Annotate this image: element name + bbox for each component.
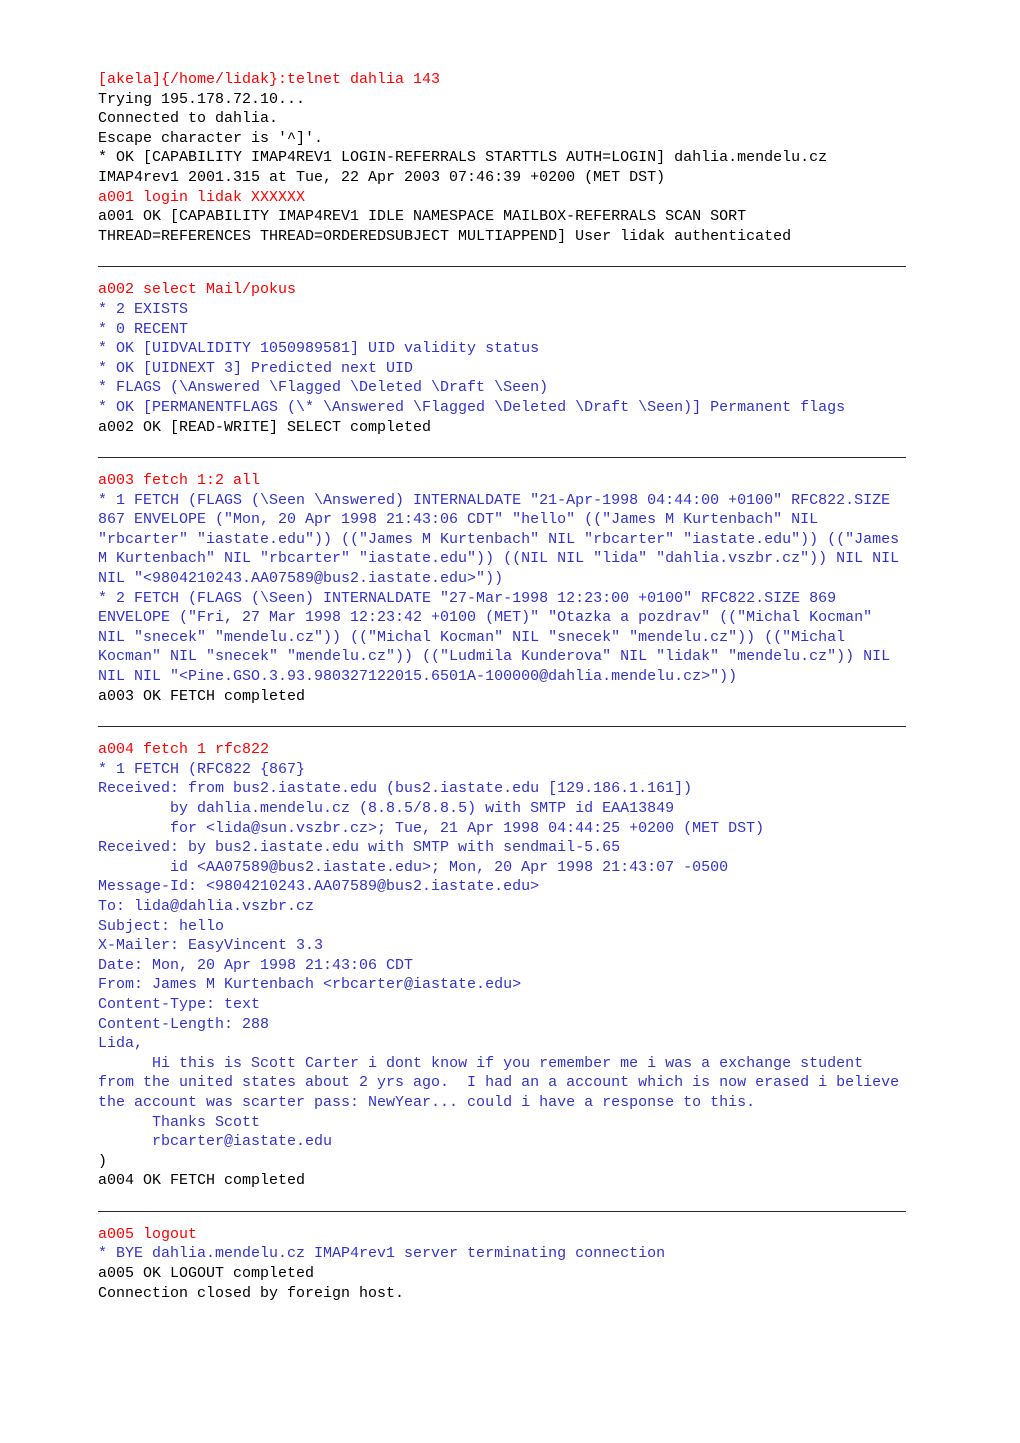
section-divider bbox=[98, 1210, 906, 1212]
transcript-block-fetch-message-source: a004 fetch 1 rfc822 * 1 FETCH (RFC822 {86… bbox=[98, 740, 906, 1191]
transcript-line-command: a003 fetch 1:2 all bbox=[98, 472, 261, 490]
transcript-line-server: * 1 FETCH (FLAGS (\Seen \Answered) INTER… bbox=[98, 491, 909, 588]
transcript-line-server: * 2 FETCH (FLAGS (\Seen) INTERNALDATE "2… bbox=[98, 589, 900, 686]
transcript-line-server: * OK [PERMANENTFLAGS (\* \Answered \Flag… bbox=[98, 398, 846, 416]
transcript-line-local: * OK [CAPABILITY IMAP4REV1 LOGIN-REFERRA… bbox=[98, 149, 837, 186]
transcript-line-server: * FLAGS (\Answered \Flagged \Deleted \Dr… bbox=[98, 379, 549, 397]
transcript-line-server: Received: from bus2.iastate.edu (bus2.ia… bbox=[98, 780, 693, 798]
transcript-line-server: From: James M Kurtenbach <rbcarter@iasta… bbox=[98, 976, 522, 994]
transcript-line-command: a005 logout bbox=[98, 1225, 198, 1243]
transcript-line-server: id <AA07589@bus2.iastate.edu>; Mon, 20 A… bbox=[98, 858, 729, 876]
terminal-transcript: [akela]{/home/lidak}:telnet dahlia 143 Tr… bbox=[98, 70, 906, 1303]
transcript-line-server: Lida, bbox=[98, 1035, 144, 1053]
transcript-line-local: a003 OK FETCH completed bbox=[98, 687, 306, 705]
transcript-line-server: * BYE dahlia.mendelu.cz IMAP4rev1 server… bbox=[98, 1245, 666, 1263]
transcript-line-server: * 0 RECENT bbox=[98, 320, 189, 338]
transcript-line-server: Date: Mon, 20 Apr 1998 21:43:06 CDT bbox=[98, 956, 414, 974]
transcript-line-server: * OK [UIDNEXT 3] Predicted next UID bbox=[98, 359, 414, 377]
transcript-line-server: for <lida@sun.vszbr.cz>; Tue, 21 Apr 199… bbox=[98, 819, 765, 837]
transcript-line-server: rbcarter@iastate.edu bbox=[98, 1133, 333, 1151]
transcript-line-local: a001 OK [CAPABILITY IMAP4REV1 IDLE NAMES… bbox=[98, 208, 792, 245]
transcript-line-server: * 2 EXISTS bbox=[98, 300, 189, 318]
transcript-line-local: Escape character is '^]'. bbox=[98, 129, 324, 147]
transcript-line-local: ) bbox=[98, 1152, 108, 1170]
transcript-line-server: Message-Id: <9804210243.AA07589@bus2.ias… bbox=[98, 878, 540, 896]
page-root: [akela]{/home/lidak}:telnet dahlia 143 Tr… bbox=[0, 0, 1020, 1443]
transcript-line-server: * OK [UIDVALIDITY 1050989581] UID validi… bbox=[98, 340, 540, 358]
transcript-line-server: by dahlia.mendelu.cz (8.8.5/8.8.5) with … bbox=[98, 800, 675, 817]
transcript-line-server: X-Mailer: EasyVincent 3.3 bbox=[98, 937, 324, 955]
transcript-block-connect-and-login: [akela]{/home/lidak}:telnet dahlia 143 Tr… bbox=[98, 70, 906, 246]
transcript-line-local: a004 OK FETCH completed bbox=[98, 1172, 306, 1190]
transcript-line-local: Trying 195.178.72.10... bbox=[98, 90, 306, 108]
section-divider bbox=[98, 457, 906, 459]
transcript-line-server: * 1 FETCH (RFC822 {867} bbox=[98, 760, 306, 778]
transcript-line-server: Content-Length: 288 bbox=[98, 1015, 270, 1033]
transcript-line-server: Subject: hello bbox=[98, 917, 225, 935]
transcript-line-command: a001 login lidak XXXXXX bbox=[98, 188, 306, 206]
transcript-line-local: Connected to dahlia. bbox=[98, 110, 279, 128]
transcript-line-server: Thanks Scott bbox=[98, 1113, 261, 1131]
transcript-line-command: a002 select Mail/pokus bbox=[98, 281, 297, 299]
transcript-line-server: To: lida@dahlia.vszbr.cz bbox=[98, 897, 315, 915]
transcript-line-command: [akela]{/home/lidak}:telnet dahlia 143 bbox=[98, 71, 441, 88]
transcript-line-server: Hi this is Scott Carter i dont know if y… bbox=[98, 1054, 909, 1111]
transcript-line-server: Content-Type: text bbox=[98, 995, 261, 1013]
transcript-line-server: Received: by bus2.iastate.edu with SMTP … bbox=[98, 839, 621, 857]
section-divider bbox=[98, 266, 906, 268]
transcript-line-command: a004 fetch 1 rfc822 bbox=[98, 741, 270, 759]
transcript-line-local: Connection closed by foreign host. bbox=[98, 1284, 405, 1302]
transcript-block-select-mailbox: a002 select Mail/pokus * 2 EXISTS * 0 RECE… bbox=[98, 280, 906, 437]
transcript-line-local: a002 OK [READ-WRITE] SELECT completed bbox=[98, 418, 432, 436]
transcript-line-local: a005 OK LOGOUT completed bbox=[98, 1265, 315, 1283]
transcript-block-logout: a005 logout * BYE dahlia.mendelu.cz IMAP4… bbox=[98, 1225, 906, 1303]
transcript-block-fetch-all-envelopes: a003 fetch 1:2 all * 1 FETCH (FLAGS (\See… bbox=[98, 471, 906, 706]
section-divider bbox=[98, 726, 906, 728]
